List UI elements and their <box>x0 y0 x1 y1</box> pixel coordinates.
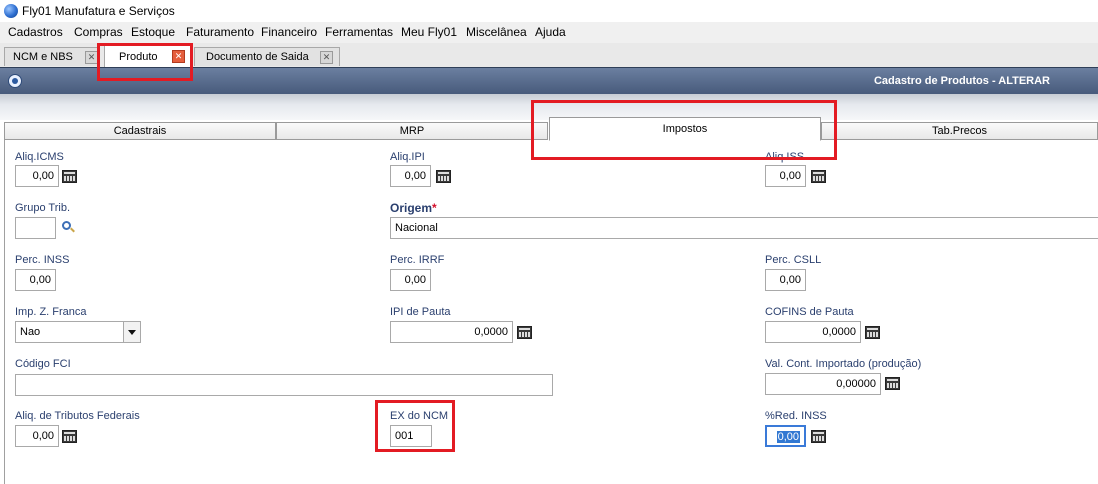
calculator-icon[interactable] <box>865 326 880 339</box>
menu-meu-fly01[interactable]: Meu Fly01 <box>401 25 457 39</box>
ipi-pauta-input[interactable]: 0,0000 <box>390 321 513 343</box>
calculator-icon[interactable] <box>885 377 900 390</box>
aliq-ipi-label: Aliq.IPI <box>390 151 425 163</box>
tab-mrp[interactable]: MRP <box>276 122 548 140</box>
calculator-icon[interactable] <box>436 170 451 183</box>
perc-csll-label: Perc. CSLL <box>765 254 822 266</box>
doc-tab-documento-saida[interactable]: Documento de Saida ✕ <box>194 47 340 66</box>
calculator-icon[interactable] <box>517 326 532 339</box>
grupo-trib-label: Grupo Trib. <box>15 202 71 214</box>
doc-tab-ncm-nbs[interactable]: NCM e NBS ✕ <box>4 47 100 66</box>
imp-z-franca-value: Nao <box>20 326 41 338</box>
red-inss-label: %Red. INSS <box>765 410 827 422</box>
calculator-icon[interactable] <box>811 170 826 183</box>
calculator-icon[interactable] <box>811 430 826 443</box>
aliq-ipi-input[interactable]: 0,00 <box>390 165 431 187</box>
tab-cadastrais[interactable]: Cadastrais <box>4 122 276 140</box>
codigo-fci-label: Código FCI <box>15 358 71 370</box>
cofins-pauta-label: COFINS de Pauta <box>765 306 854 318</box>
doc-tab-label: Produto <box>119 51 158 63</box>
red-inss-input[interactable]: 0,00 <box>765 425 806 447</box>
origem-label-text: Origem <box>390 201 433 215</box>
aliq-icms-label: Aliq.ICMS <box>15 151 64 163</box>
perc-inss-label: Perc. INSS <box>15 254 70 266</box>
val-cont-importado-input[interactable]: 0,00000 <box>765 373 881 395</box>
document-tabs: NCM e NBS ✕ Produto ✕ Documento de Saida… <box>0 43 1098 68</box>
form-title: Cadastro de Produtos - ALTERAR <box>873 75 1050 87</box>
search-icon[interactable] <box>62 221 71 230</box>
title-bar: Fly01 Manufatura e Serviços <box>0 0 1098 22</box>
tab-impostos[interactable]: Impostos <box>549 117 821 141</box>
form-header: Cadastro de Produtos - ALTERAR <box>0 67 1098 95</box>
doc-tab-label: NCM e NBS <box>13 51 73 63</box>
imp-z-franca-select[interactable]: Nao <box>15 321 141 343</box>
aliq-trib-federais-label: Aliq. de Tributos Federais <box>15 410 140 422</box>
menu-faturamento[interactable]: Faturamento <box>186 25 254 39</box>
aliq-trib-federais-input[interactable]: 0,00 <box>15 425 59 447</box>
menu-cadastros[interactable]: Cadastros <box>8 25 63 39</box>
menu-estoque[interactable]: Estoque <box>131 25 175 39</box>
perc-irrf-input[interactable]: 0,00 <box>390 269 431 291</box>
codigo-fci-input[interactable] <box>15 374 553 396</box>
aliq-icms-input[interactable]: 0,00 <box>15 165 59 187</box>
tab-tab-precos[interactable]: Tab.Precos <box>821 122 1098 140</box>
form-icon <box>8 74 22 88</box>
required-mark: * <box>432 201 437 215</box>
perc-inss-input[interactable]: 0,00 <box>15 269 56 291</box>
perc-irrf-label: Perc. IRRF <box>390 254 445 266</box>
calculator-icon[interactable] <box>62 430 77 443</box>
menu-miscelanea[interactable]: Miscelânea <box>466 25 527 39</box>
ex-ncm-label: EX do NCM <box>390 410 449 422</box>
app-logo-icon <box>4 4 18 18</box>
doc-tab-produto[interactable]: Produto ✕ <box>104 45 192 67</box>
perc-csll-input[interactable]: 0,00 <box>765 269 806 291</box>
menu-compras[interactable]: Compras <box>74 25 123 39</box>
menu-bar: Cadastros Compras Estoque Faturamento Fi… <box>0 22 1098 44</box>
menu-ajuda[interactable]: Ajuda <box>535 25 566 39</box>
imp-z-franca-label: Imp. Z. Franca <box>15 306 87 318</box>
impostos-panel <box>4 140 1098 484</box>
window-title: Fly01 Manufatura e Serviços <box>22 4 175 18</box>
menu-ferramentas[interactable]: Ferramentas <box>325 25 393 39</box>
close-icon[interactable]: ✕ <box>85 51 98 64</box>
menu-financeiro[interactable]: Financeiro <box>261 25 317 39</box>
section-tabs: Cadastrais MRP Impostos Tab.Precos <box>4 117 1098 141</box>
doc-tab-label: Documento de Saida <box>206 51 309 63</box>
calculator-icon[interactable] <box>62 170 77 183</box>
val-cont-importado-label: Val. Cont. Importado (produção) <box>765 358 922 370</box>
grupo-trib-input[interactable] <box>15 217 56 239</box>
close-icon[interactable]: ✕ <box>320 51 333 64</box>
origem-label: Origem* <box>390 201 437 215</box>
origem-select[interactable]: Nacional <box>390 217 1098 239</box>
ipi-pauta-label: IPI de Pauta <box>390 306 451 318</box>
red-inss-value: 0,00 <box>776 431 800 443</box>
aliq-iss-label: Aliq.ISS <box>765 151 805 163</box>
aliq-iss-input[interactable]: 0,00 <box>765 165 806 187</box>
ex-ncm-input[interactable]: 001 <box>390 425 432 447</box>
chevron-down-icon[interactable] <box>123 322 140 342</box>
close-icon[interactable]: ✕ <box>172 50 185 63</box>
cofins-pauta-input[interactable]: 0,0000 <box>765 321 861 343</box>
